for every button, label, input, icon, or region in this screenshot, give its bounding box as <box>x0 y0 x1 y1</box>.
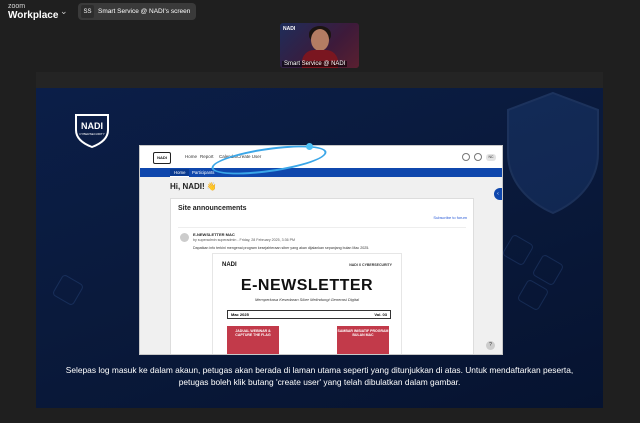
caption-line-2: petugas boleh klik butang 'create user' … <box>178 376 461 387</box>
share-avatar: SS <box>81 5 94 18</box>
card-title: Site announcements <box>178 205 247 212</box>
nav-home[interactable]: Home <box>185 154 197 159</box>
svg-text:CYBERSECURITY: CYBERSECURITY <box>79 132 105 136</box>
newsletter-volume: Vol. 03 <box>374 312 387 317</box>
notification-icon[interactable] <box>462 153 470 161</box>
hex-decoration <box>51 273 85 307</box>
newsletter-logo: NADI <box>222 262 237 268</box>
newsletter-cyber-label: NADI X CYBERSECURITY <box>349 263 392 267</box>
hex-decoration <box>501 233 535 267</box>
post-title[interactable]: E-NEWSLETTER MAC <box>193 232 235 237</box>
announcements-card: Site announcements Subscribe to forum E-… <box>170 198 474 354</box>
person-head <box>311 29 329 51</box>
drawer-toggle[interactable]: ‹ <box>494 188 502 200</box>
bottom-bar <box>0 408 640 423</box>
chevron-down-icon[interactable]: ⌄ <box>60 6 70 16</box>
screen-share-indicator[interactable]: SS Smart Service @ NADI's screen <box>78 3 196 20</box>
newsletter-title: E-NEWSLETTER <box>240 277 374 294</box>
greeting: Hi, NADI! 👋 <box>170 182 217 191</box>
nav-report[interactable]: Report <box>200 154 214 159</box>
nadi-shield-logo: NADI CYBERSECURITY <box>75 114 109 148</box>
subscribe-link[interactable]: Subscribe to forum <box>433 215 467 220</box>
highlight-marker <box>306 143 313 150</box>
caption-line-1: Selepas log masuk ke dalam akaun, petuga… <box>65 365 574 375</box>
shared-screen-top <box>36 72 603 88</box>
post-byline: by superadmin superadmin - Friday, 28 Fe… <box>193 238 296 242</box>
svg-text:NADI: NADI <box>81 121 103 131</box>
participant-video[interactable]: NADI Smart Service @ NADI <box>280 23 359 68</box>
newsletter-box-right: SAMBAR INISIATIF PROGRAM BULAN MAC <box>337 326 389 354</box>
user-menu[interactable]: NC <box>486 153 496 161</box>
newsletter-month: Mac 2025 <box>231 312 249 317</box>
shield-icon <box>507 91 599 215</box>
newsletter-subtitle: Memperkasa Kesedaran Siber Melindungi Ge… <box>254 297 360 302</box>
zoom-workplace-logo: zoom Workplace <box>8 3 59 21</box>
newsletter-box-left: JADUAL WEBINAR & CAPTURE THE FLAG <box>227 326 279 354</box>
slide-caption: Selepas log masuk ke dalam akaun, petuga… <box>36 365 603 388</box>
navbar-icons: NC <box>462 153 496 161</box>
zoom-top-bar: zoom Workplace ⌄ SS Smart Service @ NADI… <box>0 0 640 24</box>
site-logo[interactable]: NADI <box>153 152 171 164</box>
shared-slide: NADI CYBERSECURITY NADI Home Report Cale… <box>36 88 603 408</box>
share-label: Smart Service @ NADI's screen <box>98 8 191 15</box>
newsletter-image: NADI NADI X CYBERSECURITY E-NEWSLETTER M… <box>212 253 402 354</box>
logo-workplace-text: Workplace <box>8 10 59 21</box>
browser-screenshot: NADI Home Report Calendar Create User NC… <box>139 145 503 355</box>
author-avatar <box>180 233 189 242</box>
announcement-post: E-NEWSLETTER MAC by superadmin superadmi… <box>178 227 466 354</box>
video-nadi-logo: NADI <box>283 26 296 32</box>
hex-decoration <box>516 278 550 312</box>
secondary-nav: Home Participants <box>140 168 502 177</box>
message-icon[interactable] <box>474 153 482 161</box>
post-body: Dapatkan info terkini mengenai program k… <box>193 246 370 250</box>
hex-decoration <box>531 253 565 287</box>
newsletter-issue-bar: Mac 2025 Vol. 03 <box>227 310 391 319</box>
help-icon[interactable]: ? <box>486 341 495 350</box>
participant-name: Smart Service @ NADI <box>282 61 348 67</box>
tab-home[interactable]: Home <box>170 169 190 177</box>
